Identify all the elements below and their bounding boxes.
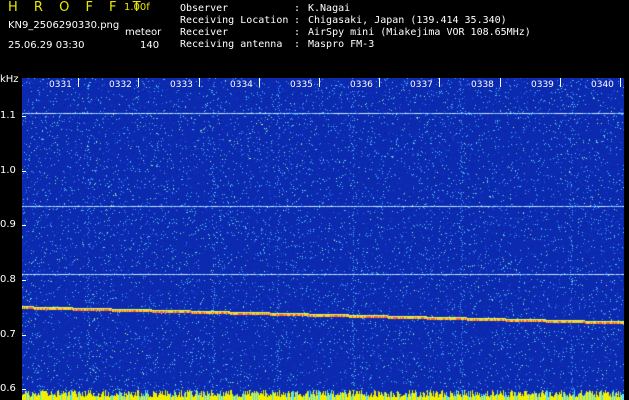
app-version: 1.00f <box>124 2 150 13</box>
x-tick-label: 0340 <box>590 80 615 90</box>
y-tick-label: 0.8 <box>0 273 16 285</box>
y-tick-mark <box>22 389 26 391</box>
x-tick-mark <box>199 78 200 87</box>
info-row-receiver: Receiver: AirSpy mini (Miakejima VOR 108… <box>180 27 531 38</box>
x-tick-label: 0336 <box>349 80 374 90</box>
y-tick-mark <box>22 116 26 118</box>
x-tick-mark <box>138 78 139 87</box>
y-tick-mark <box>22 334 26 336</box>
info-value: K.Nagai <box>308 3 351 14</box>
x-tick-label: 0332 <box>108 80 133 90</box>
info-value: Chigasaki, Japan (139.414 35.340) <box>308 15 507 26</box>
y-tick-mark <box>22 225 26 227</box>
x-tick-mark <box>439 78 440 87</box>
header-panel: H R O F F T 1.00f KN9_2506290330.png met… <box>0 0 629 78</box>
file-name: KN9_2506290330.png <box>8 20 120 31</box>
y-tick-label: 1.1 <box>0 110 16 122</box>
x-tick-label: 0337 <box>409 80 434 90</box>
count-label: 140 <box>140 40 160 51</box>
waterfall-plot <box>22 78 624 400</box>
datetime-label: 25.06.29 03:30 <box>8 40 85 51</box>
mode-label: meteor <box>125 27 162 38</box>
y-tick-label: 0.7 <box>0 328 16 340</box>
info-value: AirSpy mini (Miakejima VOR 108.65MHz) <box>308 27 531 38</box>
x-tick-mark <box>379 78 380 87</box>
waterfall-canvas <box>22 78 624 400</box>
y-axis-unit: kHz <box>0 74 19 85</box>
info-row-antenna: Receiving antenna: Maspro FM-3 <box>180 39 375 50</box>
x-tick-label: 0334 <box>229 80 254 90</box>
x-tick-mark <box>319 78 320 87</box>
y-tick-label: 1.0 <box>0 164 16 176</box>
x-tick-mark <box>560 78 561 87</box>
x-tick-label: 0339 <box>530 80 555 90</box>
info-key: Receiving antenna <box>180 39 283 50</box>
x-tick-mark <box>78 78 79 87</box>
y-tick-mark <box>22 170 26 172</box>
x-tick-mark <box>500 78 501 87</box>
observation-info: Observer: K.Nagai Receiving Location: Ch… <box>180 3 531 51</box>
y-tick-mark <box>22 279 26 281</box>
info-key: Observer <box>180 3 229 14</box>
x-tick-label: 0335 <box>289 80 314 90</box>
x-tick-label: 0333 <box>169 80 194 90</box>
x-tick-label: 0338 <box>470 80 495 90</box>
info-row-location: Receiving Location: Chigasaki, Japan (13… <box>180 15 507 26</box>
x-tick-mark <box>259 78 260 87</box>
x-tick-label: 0331 <box>48 80 73 90</box>
info-value: Maspro FM-3 <box>308 39 375 50</box>
y-tick-label: 0.9 <box>0 219 16 231</box>
info-row-observer: Observer: K.Nagai <box>180 3 351 14</box>
y-tick-label: 0.6 <box>0 383 16 395</box>
x-tick-mark <box>620 78 621 87</box>
info-key: Receiver <box>180 27 229 38</box>
info-key: Receiving Location <box>180 15 289 26</box>
